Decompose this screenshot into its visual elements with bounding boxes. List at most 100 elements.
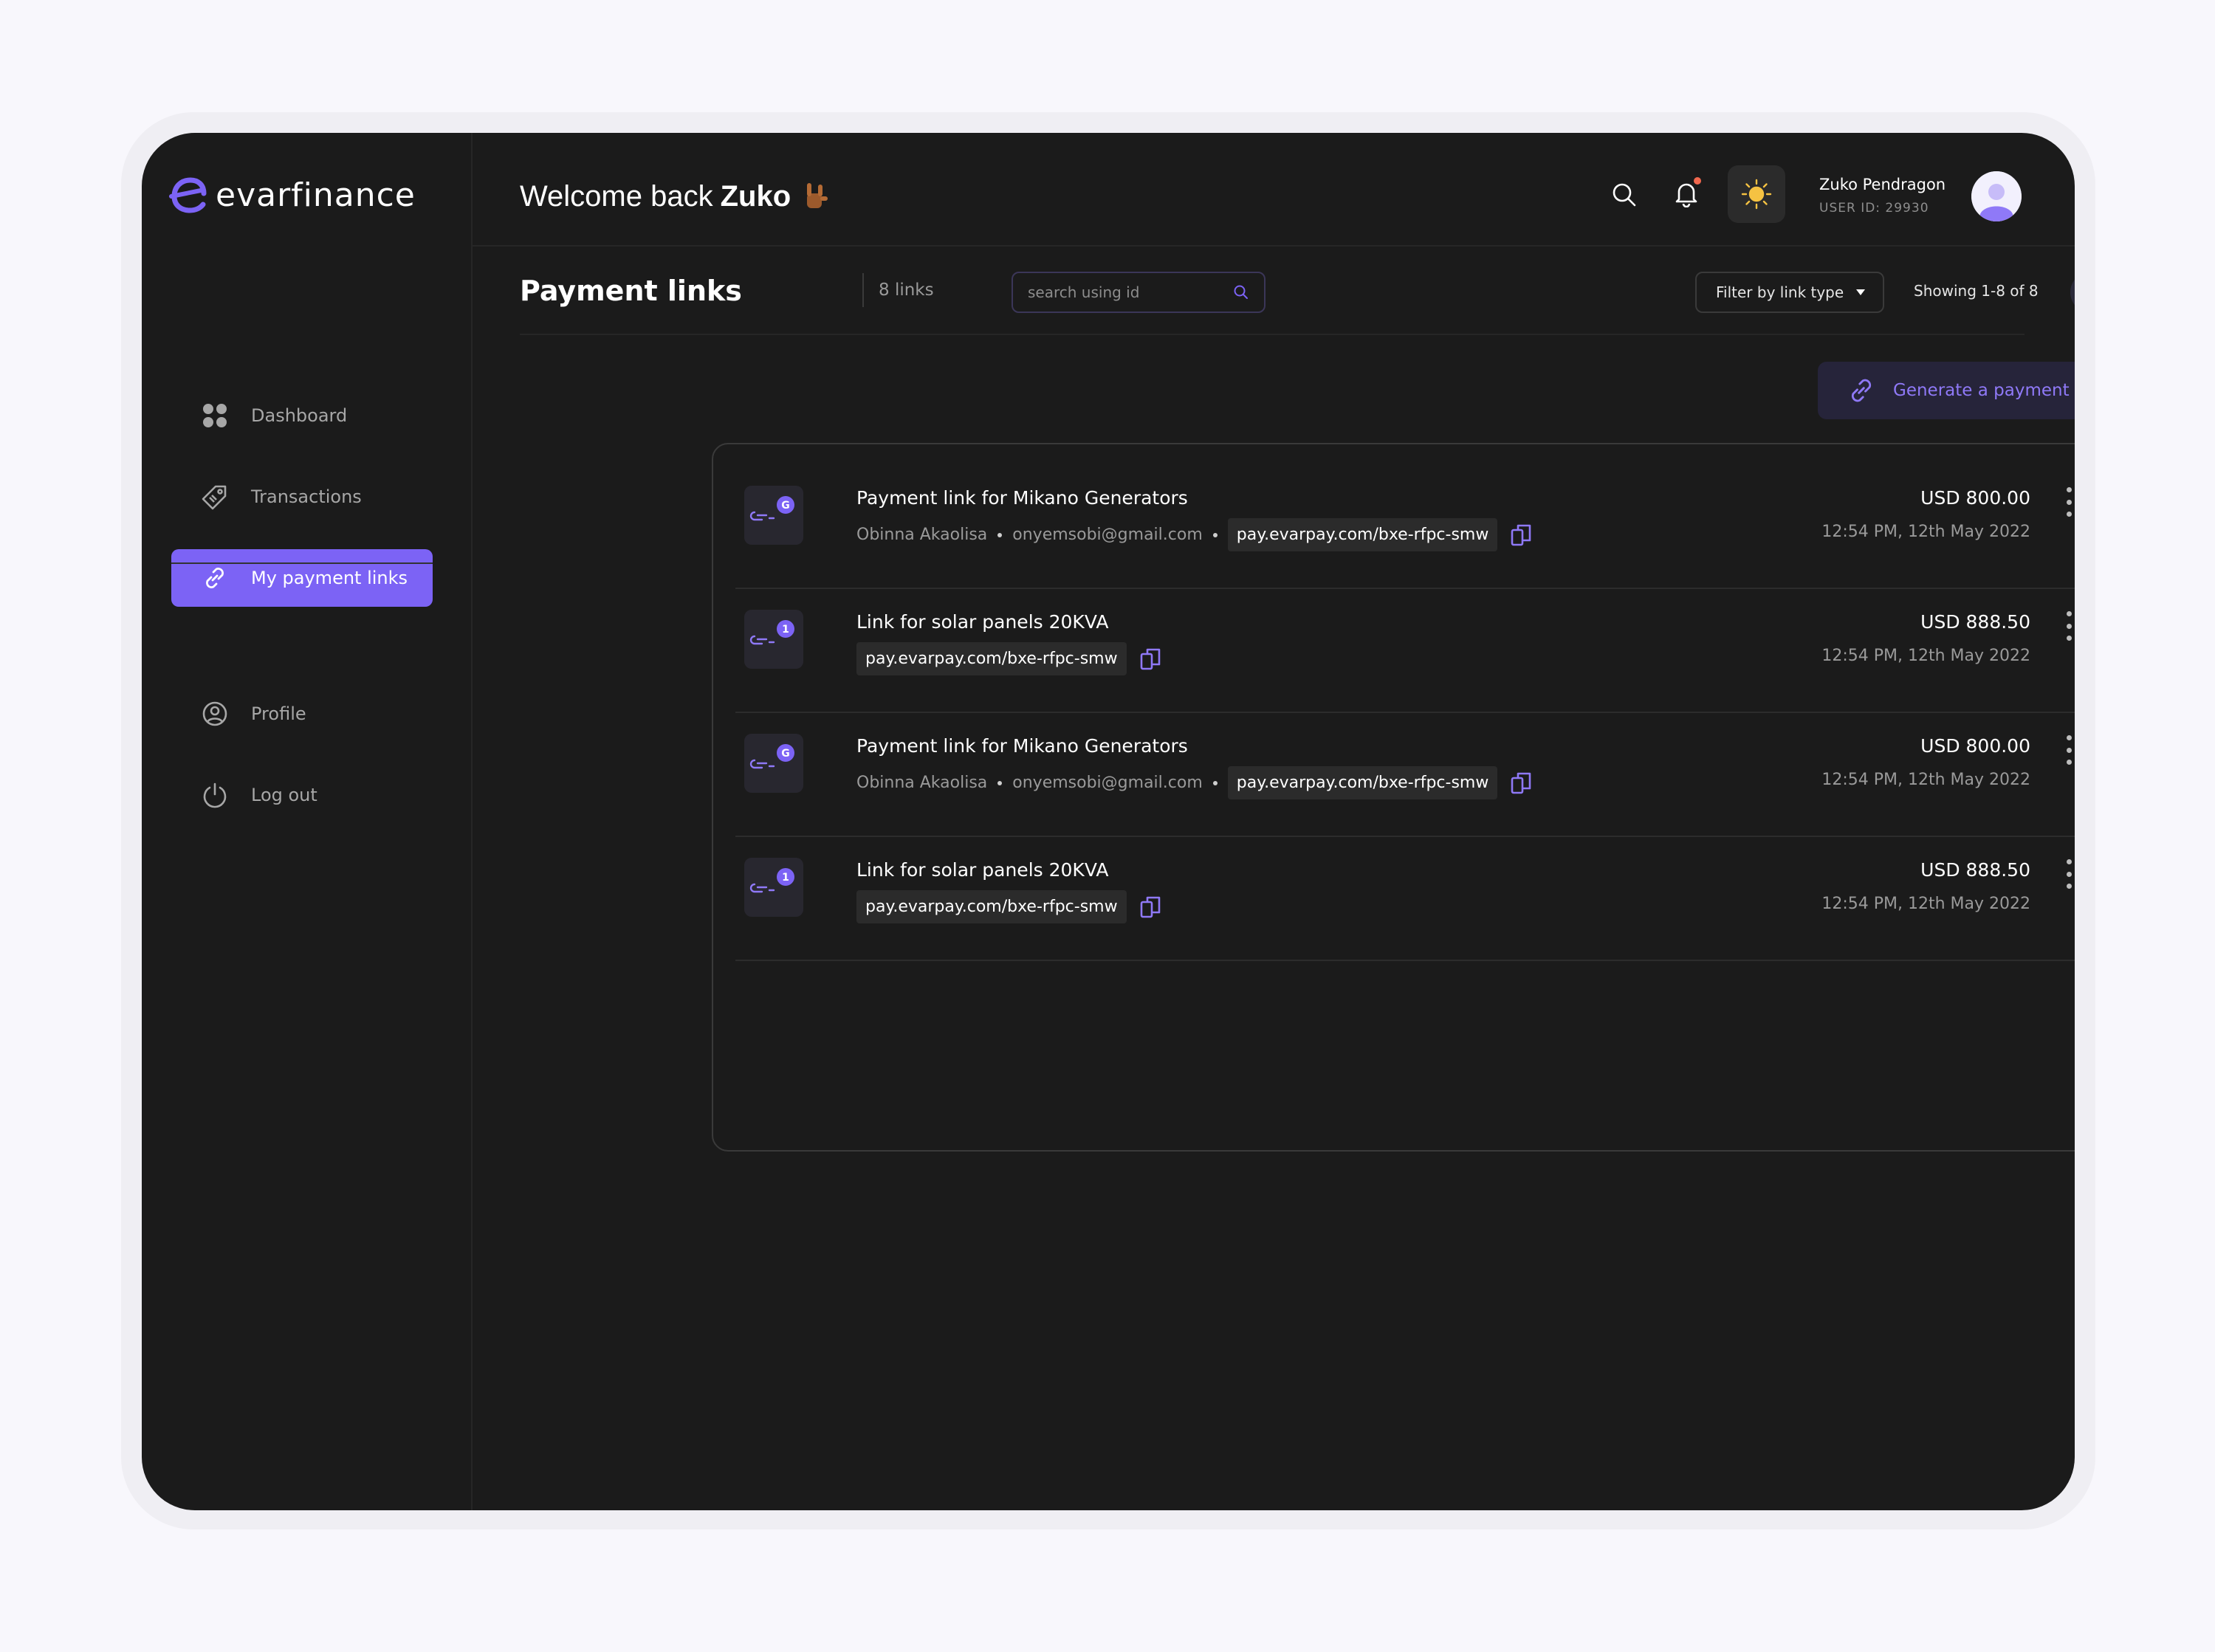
user-circle-icon (202, 701, 227, 726)
sidebar-item-profile[interactable]: Profile (171, 685, 433, 743)
payment-url[interactable]: pay.evarpay.com/bxe-rfpc-smw (1227, 518, 1498, 551)
sidebar-item-label: Transactions (251, 486, 362, 507)
search-icon (1613, 183, 1636, 207)
avatar[interactable] (1971, 171, 2022, 221)
timestamp: 12:54 PM, 12th May 2022 (1821, 647, 2030, 665)
welcome-prefix: Welcome back (520, 179, 713, 213)
link-meta: pay.evarpay.com/bxe-rfpc-smw (856, 642, 1165, 675)
link-type-icon: G (744, 734, 803, 793)
more-options-icon[interactable] (2061, 611, 2075, 641)
filter-label: Filter by link type (1716, 283, 1844, 301)
copy-icon[interactable] (1508, 769, 1536, 797)
amount: USD 888.50 (1920, 859, 2030, 881)
payment-url[interactable]: pay.evarpay.com/bxe-rfpc-smw (856, 890, 1127, 923)
list-item[interactable]: 1 Link for solar panels 20KVA pay.evarpa… (735, 837, 2075, 961)
filter-dropdown[interactable]: Filter by link type (1695, 272, 1884, 313)
logo[interactable]: evarfinance (168, 174, 416, 216)
grid-icon (203, 404, 227, 427)
notifications-button[interactable] (1669, 176, 1704, 211)
avatar-icon (1971, 171, 2022, 221)
pagination-status: Showing 1-8 of 8 (1914, 282, 2039, 300)
more-options-icon[interactable] (2061, 735, 2075, 765)
customer-name: Obinna Akaolisa (856, 774, 988, 792)
more-options-icon[interactable] (2061, 487, 2075, 517)
sun-icon (1741, 179, 1772, 210)
user-name: Zuko Pendragon (1819, 176, 1946, 193)
copy-icon[interactable] (1137, 645, 1165, 673)
link-type-icon: G (744, 486, 803, 545)
separator-dot (1212, 532, 1218, 537)
chain-badge-icon: 1 (749, 868, 794, 893)
notification-dot (1694, 177, 1701, 185)
list-item[interactable]: G Payment link for Mikano Generators Obi… (735, 465, 2075, 589)
link-type-icon: 1 (744, 858, 803, 917)
generate-payment-link-button[interactable]: Generate a payment link (1818, 362, 2075, 419)
chain-badge-icon: G (749, 744, 794, 769)
sidebar-item-label: Profile (251, 703, 306, 724)
theme-toggle-button[interactable] (1728, 165, 1785, 223)
link-title: Link for solar panels 20KVA (856, 859, 1109, 881)
link-type-icon: 1 (744, 610, 803, 669)
search-input[interactable] (1028, 283, 1233, 301)
sidebar-item-dashboard[interactable]: Dashboard (171, 387, 433, 444)
svg-text:1: 1 (782, 872, 789, 884)
separator-dot (1212, 780, 1218, 785)
amount: USD 800.00 (1920, 487, 2030, 509)
tag-icon (202, 485, 227, 510)
timestamp: 12:54 PM, 12th May 2022 (1821, 895, 2030, 913)
svg-text:1: 1 (782, 624, 789, 636)
separator-dot (997, 780, 1003, 785)
link-icon (206, 568, 224, 588)
chain-badge-icon: 1 (749, 620, 794, 645)
sidebar-item-my-payment-links[interactable]: My payment links (171, 549, 433, 607)
welcome-name: Zuko (720, 179, 791, 213)
sidebar-item-log-out[interactable]: Log out (171, 766, 433, 824)
prev-page-button[interactable] (2070, 272, 2075, 313)
rock-hand-icon (807, 183, 828, 208)
page-title: Payment links (520, 275, 742, 307)
payment-links-list: G Payment link for Mikano Generators Obi… (712, 443, 2075, 1152)
app-screen: evarfinance Dashboard Transactions My pa… (142, 133, 2075, 1510)
top-bar: Welcome back Zuko Zuko Pendragon USER ID… (473, 133, 2075, 247)
list-item[interactable]: 1 Link for solar panels 20KVA pay.evarpa… (735, 589, 2075, 713)
link-title: Payment link for Mikano Generators (856, 735, 1188, 757)
list-item[interactable]: G Payment link for Mikano Generators Obi… (735, 713, 2075, 837)
link-meta: Obinna Akaolisa onyemsobi@gmail.com pay.… (856, 766, 1536, 799)
timestamp: 12:54 PM, 12th May 2022 (1821, 523, 2030, 541)
customer-name: Obinna Akaolisa (856, 526, 988, 544)
link-count: 8 links (879, 281, 934, 300)
link-meta: pay.evarpay.com/bxe-rfpc-smw (856, 890, 1165, 923)
copy-icon[interactable] (1508, 521, 1536, 549)
link-meta: Obinna Akaolisa onyemsobi@gmail.com pay.… (856, 518, 1536, 551)
search-icon (1234, 285, 1248, 299)
sidebar-item-transactions[interactable]: Transactions (171, 468, 433, 526)
user-id: USER ID: 29930 (1819, 201, 1929, 216)
search-button[interactable] (1607, 177, 1642, 213)
separator-dot (997, 532, 1003, 537)
sidebar-divider (171, 562, 433, 564)
brand-name: evarfinance (216, 176, 416, 214)
svg-text:G: G (781, 748, 790, 760)
main-content: Welcome back Zuko Zuko Pendragon USER ID… (473, 133, 2075, 1510)
sidebar-item-label: Log out (251, 785, 317, 805)
svg-text:G: G (781, 500, 790, 512)
caret-down-icon (1856, 289, 1865, 295)
copy-icon[interactable] (1137, 893, 1165, 921)
sidebar-item-label: Dashboard (251, 405, 348, 426)
chain-badge-icon: G (749, 496, 794, 521)
amount: USD 888.50 (1920, 611, 2030, 633)
timestamp: 12:54 PM, 12th May 2022 (1821, 771, 2030, 789)
link-title: Payment link for Mikano Generators (856, 487, 1188, 509)
customer-email: onyemsobi@gmail.com (1012, 774, 1203, 792)
logo-mark-icon (169, 177, 207, 213)
payment-url[interactable]: pay.evarpay.com/bxe-rfpc-smw (1227, 766, 1498, 799)
search-input-container (1012, 272, 1266, 313)
title-divider (862, 273, 864, 307)
payment-url[interactable]: pay.evarpay.com/bxe-rfpc-smw (856, 642, 1127, 675)
sidebar: evarfinance Dashboard Transactions My pa… (142, 133, 473, 1510)
more-options-icon[interactable] (2061, 859, 2075, 889)
generate-label: Generate a payment link (1893, 381, 2075, 400)
amount: USD 800.00 (1920, 735, 2030, 757)
link-title: Link for solar panels 20KVA (856, 611, 1109, 633)
sidebar-item-label: My payment links (251, 568, 408, 588)
